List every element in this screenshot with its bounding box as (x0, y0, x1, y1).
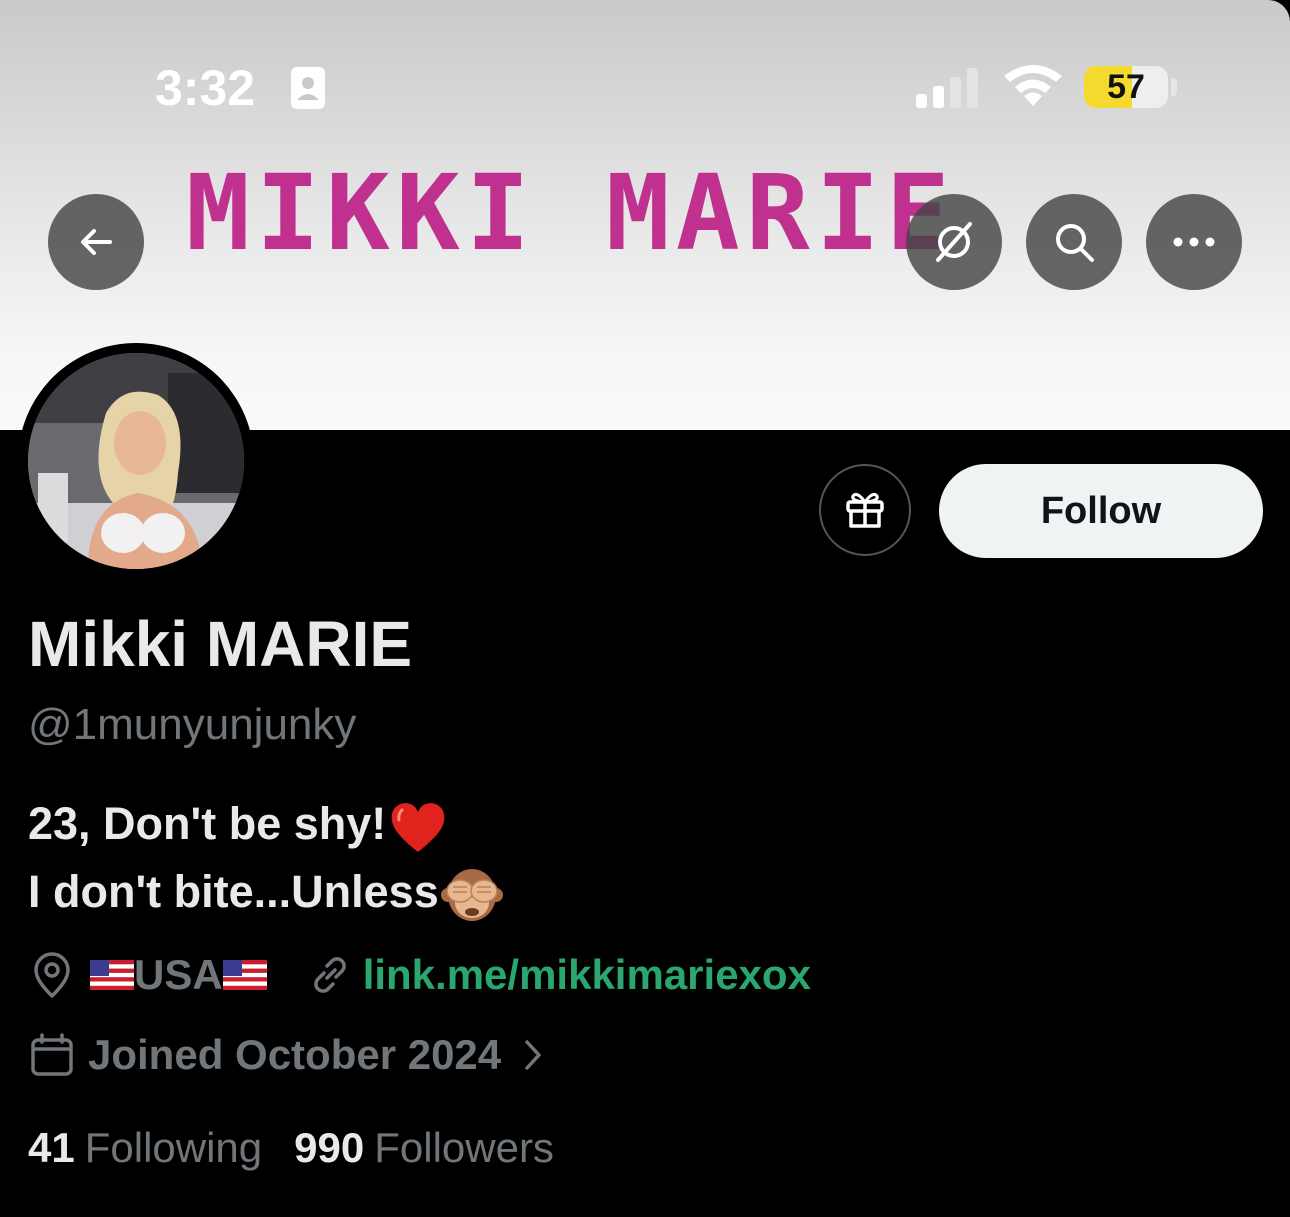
bio-line-1-text: 23, Don't be shy! (28, 798, 387, 849)
us-flag-icon (222, 960, 267, 990)
joined-row[interactable]: Joined October 2024 (28, 1026, 545, 1084)
banner-title: MIKKI MARIE (186, 152, 956, 274)
arrow-left-icon (81, 229, 112, 255)
bio-line-2-text: I don't bite...Unless (28, 866, 439, 917)
gift-button[interactable] (819, 464, 911, 556)
link-icon (313, 957, 346, 993)
grok-slash-circle-icon (936, 222, 972, 262)
red-heart-emoji-icon (391, 803, 445, 853)
grok-button[interactable] (906, 194, 1002, 290)
wifi-icon (1004, 65, 1062, 106)
search-button[interactable] (1026, 194, 1122, 290)
gift-icon (846, 493, 884, 528)
location-pin-icon (34, 952, 70, 998)
avatar[interactable] (18, 343, 254, 579)
followers-label: Followers (374, 1124, 554, 1171)
profile-meta-row: USA link.me/mikkimariexox (28, 946, 811, 1004)
bio-line-1: 23, Don't be shy! (28, 794, 448, 856)
followers-link[interactable]: 990 Followers (294, 1124, 554, 1172)
follow-stats: 41 Following 990 Followers (28, 1118, 554, 1178)
see-no-evil-monkey-emoji-icon (440, 869, 503, 922)
search-icon (1056, 224, 1094, 262)
battery-nub (1171, 78, 1177, 96)
location-text: USA (134, 951, 223, 998)
followers-count: 990 (294, 1124, 365, 1171)
more-button[interactable] (1146, 194, 1242, 290)
bio-line-2: I don't bite...Unless (28, 862, 503, 925)
chevron-right-icon (525, 1040, 541, 1070)
cellular-signal-icon (916, 68, 978, 108)
back-button[interactable] (48, 194, 144, 290)
status-time: 3:32 (155, 60, 256, 116)
joined-text: Joined October 2024 (88, 1031, 502, 1078)
id-card-icon (291, 67, 325, 109)
display-name: Mikki MARIE (28, 608, 413, 680)
follow-button[interactable]: Follow (939, 464, 1263, 558)
profile-handle: @1munyunjunky (28, 700, 357, 749)
battery-indicator: 57 (1084, 66, 1168, 108)
following-link[interactable]: 41 Following (28, 1124, 262, 1172)
calendar-icon (31, 1033, 73, 1076)
us-flag-icon (90, 960, 134, 990)
profile-screen: MIKKI MARIE 3:32 57 Follow Mikki MARIE @… (0, 0, 1290, 1217)
more-horizontal-icon (1173, 237, 1215, 247)
following-label: Following (84, 1124, 263, 1171)
battery-percent: 57 (1107, 68, 1145, 106)
profile-link[interactable]: link.me/mikkimariexox (363, 951, 811, 999)
following-count: 41 (28, 1124, 75, 1171)
avatar-photo (28, 353, 244, 569)
